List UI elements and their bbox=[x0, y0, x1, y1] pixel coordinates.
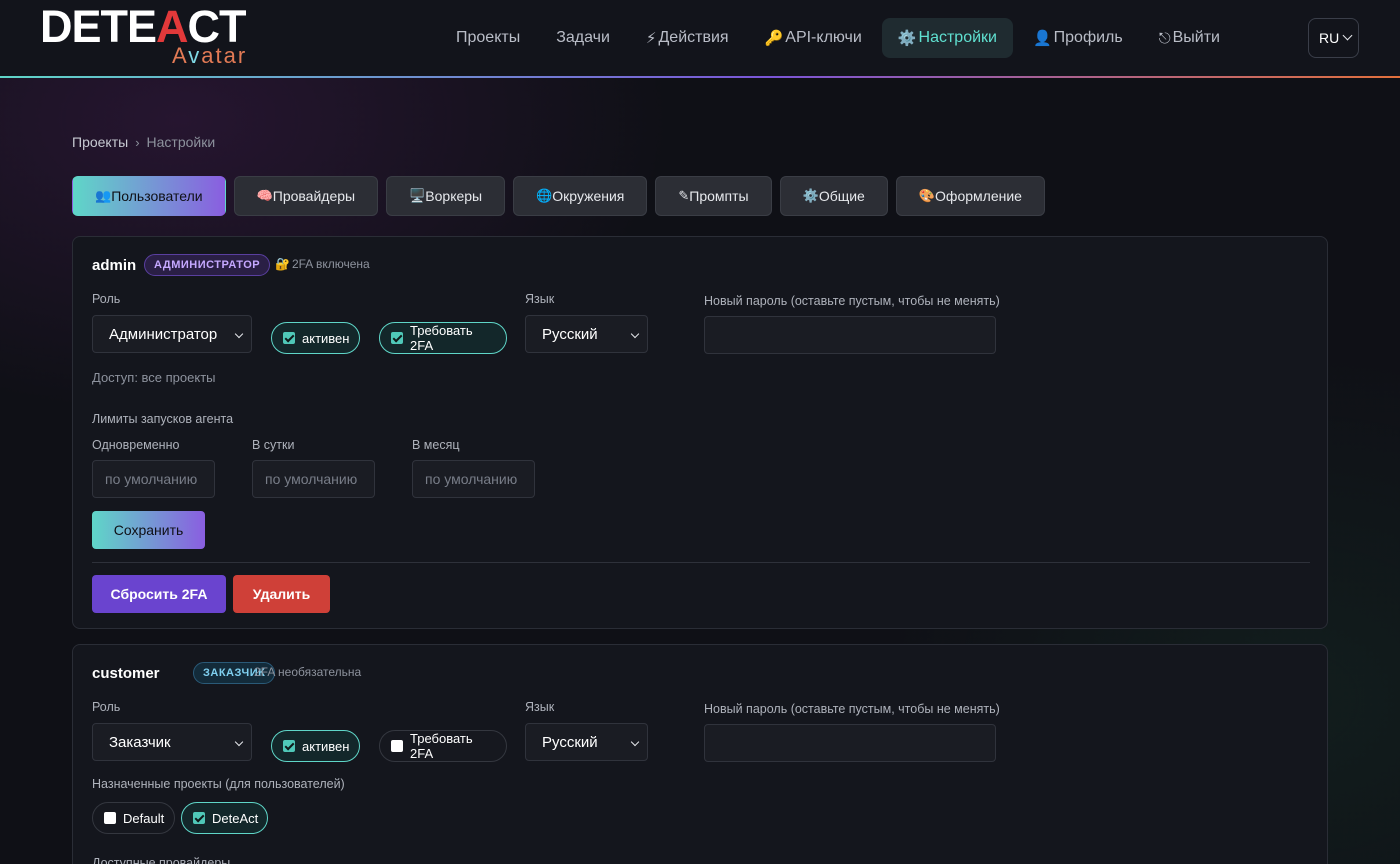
save-button[interactable]: Сохранить bbox=[92, 511, 205, 549]
language-select[interactable]: RU bbox=[1308, 18, 1359, 58]
language-select-value: RU bbox=[1319, 30, 1340, 46]
nav-actions[interactable]: ⚡ Действия bbox=[630, 18, 745, 58]
gear-icon: ⚙️ bbox=[897, 30, 917, 47]
user-name: customer bbox=[92, 665, 160, 682]
limit-daily-input[interactable] bbox=[252, 460, 375, 498]
tab-prompts[interactable]: ✎ Промпты bbox=[655, 176, 772, 216]
user-card-admin: admin АДМИНИСТРАТОР 🔐 2FA включена Роль … bbox=[72, 236, 1328, 629]
lightning-icon: ⚡ bbox=[645, 30, 657, 47]
lock-key-icon: 🔐 bbox=[275, 257, 290, 271]
pencil-icon: ✎ bbox=[678, 188, 690, 203]
require-2fa-checkbox[interactable] bbox=[391, 332, 403, 344]
limit-concurrent-label: Одновременно bbox=[92, 438, 180, 452]
role-select[interactable]: Заказчик bbox=[92, 723, 252, 761]
nav-tasks[interactable]: Задачи bbox=[540, 18, 626, 58]
tab-appearance[interactable]: 🎨 Оформление bbox=[895, 176, 1045, 216]
tab-users[interactable]: 👥 Пользователи bbox=[72, 176, 226, 216]
active-checkbox[interactable] bbox=[283, 740, 295, 752]
user-name: admin bbox=[92, 257, 137, 274]
active-toggle[interactable]: активен bbox=[271, 322, 360, 354]
role-select-value: Администратор bbox=[109, 325, 218, 343]
logo[interactable]: DETEACT Avatar bbox=[40, 4, 264, 68]
new-password-input[interactable] bbox=[704, 316, 996, 354]
card-divider bbox=[92, 562, 1310, 563]
available-providers-label: Доступные провайдеры bbox=[92, 856, 231, 864]
breadcrumb: Проекты › Настройки bbox=[72, 134, 215, 150]
language-label: Язык bbox=[525, 292, 555, 306]
role-select-value: Заказчик bbox=[109, 733, 171, 751]
brain-icon: 🧠 bbox=[256, 188, 273, 203]
role-badge: АДМИНИСТРАТОР bbox=[144, 254, 271, 276]
chevron-down-icon bbox=[630, 737, 640, 747]
project-default-checkbox[interactable] bbox=[104, 812, 116, 824]
project-option-deteact[interactable]: DeteAct bbox=[181, 802, 268, 834]
tab-environments[interactable]: 🌐 Окружения bbox=[513, 176, 648, 216]
nav-settings[interactable]: ⚙️ Настройки bbox=[881, 18, 1013, 58]
user-language-select[interactable]: Русский bbox=[525, 723, 648, 761]
nav-api-keys[interactable]: 🔑 API-ключи bbox=[749, 18, 878, 58]
chevron-down-icon bbox=[234, 329, 244, 339]
tab-workers[interactable]: 🖥️ Воркеры bbox=[386, 176, 506, 216]
project-option-default[interactable]: Default bbox=[92, 802, 175, 834]
tab-general[interactable]: ⚙️ Общие bbox=[779, 176, 888, 216]
tab-providers[interactable]: 🧠 Провайдеры bbox=[233, 176, 379, 216]
nav-projects[interactable]: Проекты bbox=[440, 18, 536, 58]
active-toggle[interactable]: активен bbox=[271, 730, 360, 762]
reset-2fa-button[interactable]: Сбросить 2FA bbox=[92, 575, 226, 613]
chevron-down-icon bbox=[234, 737, 244, 747]
logout-icon: ⎋ bbox=[1158, 29, 1171, 47]
twofa-status: 2FA необязательна bbox=[254, 665, 362, 679]
top-bar-gradient-line bbox=[0, 76, 1400, 78]
active-checkbox[interactable] bbox=[283, 332, 295, 344]
project-deteact-checkbox[interactable] bbox=[193, 812, 205, 824]
chevron-down-icon bbox=[1342, 30, 1353, 41]
monitor-icon: 🖥️ bbox=[409, 188, 426, 203]
palette-icon: 🎨 bbox=[918, 188, 936, 203]
user-language-value: Русский bbox=[542, 733, 598, 751]
access-info: Доступ: все проекты bbox=[92, 370, 216, 385]
twofa-status: 🔐 2FA включена bbox=[275, 257, 370, 271]
limit-concurrent-input[interactable] bbox=[92, 460, 215, 498]
user-icon: 👤 bbox=[1032, 30, 1052, 47]
user-language-value: Русский bbox=[542, 325, 598, 343]
new-password-input[interactable] bbox=[704, 724, 996, 762]
password-label: Новый пароль (оставьте пустым, чтобы не … bbox=[704, 702, 1000, 716]
role-label: Роль bbox=[92, 700, 121, 714]
role-select[interactable]: Администратор bbox=[92, 315, 252, 353]
limit-monthly-input[interactable] bbox=[412, 460, 535, 498]
delete-user-button[interactable]: Удалить bbox=[233, 575, 330, 613]
breadcrumb-projects[interactable]: Проекты bbox=[72, 134, 128, 150]
language-label: Язык bbox=[525, 700, 555, 714]
assigned-projects-label: Назначенные проекты (для пользователей) bbox=[92, 777, 345, 791]
user-language-select[interactable]: Русский bbox=[525, 315, 648, 353]
gear-icon: ⚙️ bbox=[802, 188, 819, 203]
top-bar: DETEACT Avatar Проекты Задачи ⚡ Действия … bbox=[0, 0, 1400, 76]
require-2fa-toggle[interactable]: Требовать 2FA bbox=[379, 322, 507, 354]
nav-profile[interactable]: 👤 Профиль bbox=[1017, 18, 1139, 58]
limit-daily-label: В сутки bbox=[252, 438, 295, 452]
limit-monthly-label: В месяц bbox=[412, 438, 460, 452]
role-label: Роль bbox=[92, 292, 121, 306]
require-2fa-checkbox[interactable] bbox=[391, 740, 403, 752]
password-label: Новый пароль (оставьте пустым, чтобы не … bbox=[704, 294, 1000, 308]
limits-title: Лимиты запусков агента bbox=[92, 412, 234, 426]
user-card-customer: customer ЗАКАЗЧИК 2FA необязательна Роль… bbox=[72, 644, 1328, 864]
logo-subtitle: Avatar bbox=[172, 43, 248, 68]
globe-icon: 🌐 bbox=[536, 188, 553, 203]
require-2fa-toggle[interactable]: Требовать 2FA bbox=[379, 730, 507, 762]
nav-logout[interactable]: ⎋ Выйти bbox=[1143, 18, 1236, 58]
users-icon: 👥 bbox=[95, 188, 112, 203]
settings-tabs: 👥 Пользователи 🧠 Провайдеры 🖥️ Воркеры 🌐 Окр… bbox=[72, 176, 1045, 216]
main-nav: Проекты Задачи ⚡ Действия 🔑 API-ключи ⚙️ На… bbox=[440, 18, 1236, 58]
breadcrumb-current: Настройки bbox=[146, 134, 216, 150]
breadcrumb-separator: › bbox=[135, 134, 140, 150]
chevron-down-icon bbox=[630, 329, 640, 339]
key-icon: 🔑 bbox=[764, 30, 784, 47]
